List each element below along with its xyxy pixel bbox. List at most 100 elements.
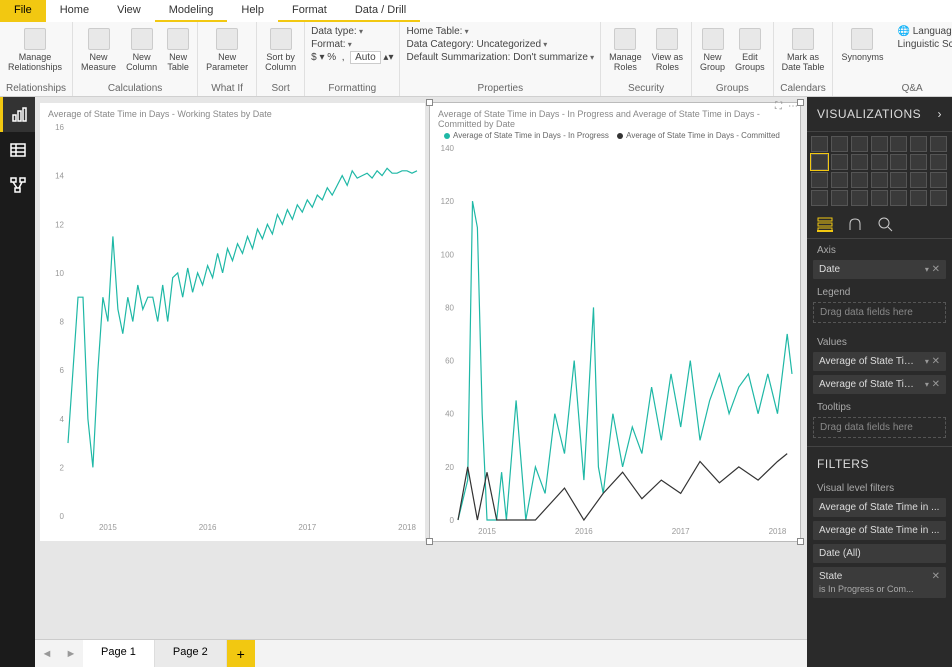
viz-type-17[interactable] <box>871 172 888 188</box>
tab-format[interactable]: Format <box>278 0 341 22</box>
page-tab-1[interactable]: Page 1 <box>83 640 155 667</box>
tab-home[interactable]: Home <box>46 0 103 22</box>
remove-value1-icon[interactable]: ✕ <box>932 356 940 367</box>
remove-value2-icon[interactable]: ✕ <box>932 379 940 390</box>
viz-type-14[interactable] <box>811 172 828 188</box>
viz-type-6[interactable] <box>930 136 947 152</box>
tooltips-section-label: Tooltips <box>807 396 952 415</box>
tab-help[interactable]: Help <box>227 0 278 22</box>
edit-groups-button[interactable]: Edit Groups <box>733 26 767 74</box>
chart-inprogress-committed[interactable]: ⛶ ⋯ Average of State Time in Days - In P… <box>430 103 800 541</box>
viz-type-26[interactable] <box>910 190 927 206</box>
view-as-roles-button[interactable]: View as Roles <box>650 26 685 74</box>
axis-field-date[interactable]: Date▾ ✕ <box>813 260 946 279</box>
data-type-dropdown[interactable]: Data type: <box>311 26 393 37</box>
collapse-pane-icon[interactable]: › <box>938 107 943 121</box>
legend-drop-zone[interactable]: Drag data fields here <box>813 302 946 323</box>
viz-type-12[interactable] <box>910 154 927 170</box>
tab-file[interactable]: File <box>0 0 46 22</box>
viz-type-8[interactable] <box>831 154 848 170</box>
viz-type-19[interactable] <box>910 172 927 188</box>
viz-type-3[interactable] <box>871 136 888 152</box>
left-nav <box>0 97 35 667</box>
viz-type-27[interactable] <box>930 190 947 206</box>
tab-modeling[interactable]: Modeling <box>155 0 228 22</box>
manage-roles-button[interactable]: Manage Roles <box>607 26 644 74</box>
new-column-button[interactable]: New Column <box>124 26 159 74</box>
new-table-button[interactable]: New Table <box>165 26 191 74</box>
viz-type-1[interactable] <box>831 136 848 152</box>
new-parameter-label: New Parameter <box>206 52 248 72</box>
viz-type-11[interactable] <box>890 154 907 170</box>
chart-working-states[interactable]: Average of State Time in Days - Working … <box>40 103 425 541</box>
svg-text:16: 16 <box>55 123 64 132</box>
viz-type-25[interactable] <box>890 190 907 206</box>
viz-type-10[interactable] <box>871 154 888 170</box>
manage-relationships-button[interactable]: Manage Relationships <box>6 26 64 74</box>
nav-data-icon[interactable] <box>0 132 35 167</box>
remove-filter-state-icon[interactable]: ✕ <box>932 571 940 582</box>
viz-type-24[interactable] <box>871 190 888 206</box>
viz-type-22[interactable] <box>831 190 848 206</box>
viz-type-7[interactable] <box>811 154 828 170</box>
svg-text:20: 20 <box>445 463 454 472</box>
home-table-dropdown[interactable]: Home Table: <box>406 26 594 37</box>
new-table-label: New Table <box>167 52 189 72</box>
new-group-button[interactable]: New Group <box>698 26 727 74</box>
viz-type-13[interactable] <box>930 154 947 170</box>
filter-date[interactable]: Date (All) <box>813 544 946 563</box>
filter-1[interactable]: Average of State Time in ... <box>813 498 946 517</box>
nav-model-icon[interactable] <box>0 167 35 202</box>
report-canvas[interactable]: Average of State Time in Days - Working … <box>35 97 807 667</box>
tab-data-drill[interactable]: Data / Drill <box>341 0 420 22</box>
viz-type-20[interactable] <box>930 172 947 188</box>
svg-text:2015: 2015 <box>99 523 117 532</box>
viz-type-15[interactable] <box>831 172 848 188</box>
currency-button[interactable]: $ <box>311 52 317 63</box>
viz-type-23[interactable] <box>851 190 868 206</box>
new-measure-button[interactable]: New Measure <box>79 26 118 74</box>
fields-tab-icon[interactable] <box>817 216 833 232</box>
value-field-1[interactable]: Average of State Time in▾ ✕ <box>813 352 946 371</box>
page-tab-2[interactable]: Page 2 <box>155 640 227 667</box>
sort-by-column-button[interactable]: Sort by Column <box>263 26 298 74</box>
more-options-icon[interactable]: ⋯ <box>788 101 798 112</box>
language-dropdown[interactable]: 🌐 Language <box>897 26 952 37</box>
viz-type-5[interactable] <box>910 136 927 152</box>
filter-2[interactable]: Average of State Time in ... <box>813 521 946 540</box>
value-field-2[interactable]: Average of State Time in▾ ✕ <box>813 375 946 394</box>
analytics-tab-icon[interactable] <box>877 216 893 232</box>
focus-mode-icon[interactable]: ⛶ <box>775 101 782 112</box>
viz-type-2[interactable] <box>851 136 868 152</box>
percent-button[interactable]: % <box>327 52 336 63</box>
nav-report-icon[interactable] <box>0 97 35 132</box>
group-relationships-label: Relationships <box>6 83 66 94</box>
add-page-button[interactable]: + <box>227 640 255 667</box>
format-tab-icon[interactable] <box>847 216 863 232</box>
svg-text:10: 10 <box>55 269 64 278</box>
new-parameter-button[interactable]: New Parameter <box>204 26 250 74</box>
decimals-auto-input[interactable]: Auto <box>350 51 381 64</box>
page-prev-icon[interactable]: ◄ <box>35 640 59 667</box>
viz-type-0[interactable] <box>811 136 828 152</box>
data-category-dropdown[interactable]: Data Category: Uncategorized <box>406 39 594 50</box>
viz-type-21[interactable] <box>811 190 828 206</box>
linguistic-schema-dropdown[interactable]: Linguistic Schema <box>897 39 952 50</box>
viz-type-9[interactable] <box>851 154 868 170</box>
viz-type-4[interactable] <box>890 136 907 152</box>
tab-view[interactable]: View <box>103 0 155 22</box>
values-section-label: Values <box>807 331 952 350</box>
comma-button[interactable]: , <box>342 52 345 63</box>
group-whatif-label: What If <box>204 83 250 94</box>
tooltips-drop-zone[interactable]: Drag data fields here <box>813 417 946 438</box>
mark-date-table-button[interactable]: Mark as Date Table <box>780 26 827 74</box>
format-dropdown[interactable]: Format: <box>311 39 393 50</box>
filter-state[interactable]: State✕ is In Progress or Com... <box>813 567 946 598</box>
group-formatting-label: Formatting <box>311 83 393 94</box>
synonyms-button[interactable]: Synonyms <box>839 26 885 64</box>
page-next-icon[interactable]: ► <box>59 640 83 667</box>
remove-axis-icon[interactable]: ✕ <box>932 264 940 275</box>
viz-type-16[interactable] <box>851 172 868 188</box>
default-summarization-dropdown[interactable]: Default Summarization: Don't summarize <box>406 52 594 63</box>
viz-type-18[interactable] <box>890 172 907 188</box>
